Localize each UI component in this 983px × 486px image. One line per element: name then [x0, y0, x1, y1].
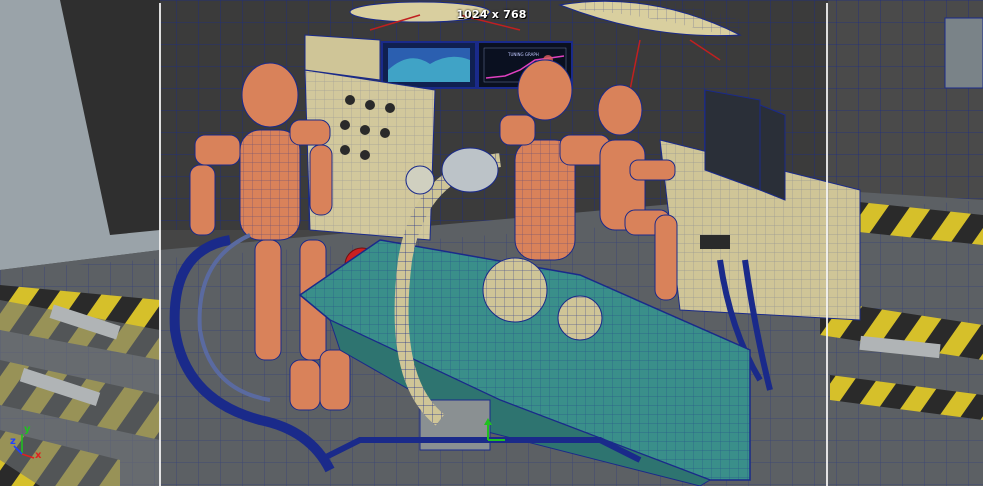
scene-render[interactable]: TUNING GRAPH	[0, 0, 983, 486]
axis-y-label: y	[24, 424, 31, 435]
right-monitor-title: TUNING GRAPH	[507, 52, 539, 57]
resolution-gate-label: 1024 x 768	[456, 8, 527, 21]
maya-viewport[interactable]: TUNING GRAPH 1024 x 768 y z x	[0, 0, 983, 486]
resolution-gate-right-edge	[826, 3, 828, 486]
resolution-gate-left-edge	[159, 3, 161, 486]
axis-x-label: x	[35, 450, 42, 461]
view-axis-indicator: y z x	[8, 424, 48, 464]
axis-z-label: z	[10, 436, 16, 447]
